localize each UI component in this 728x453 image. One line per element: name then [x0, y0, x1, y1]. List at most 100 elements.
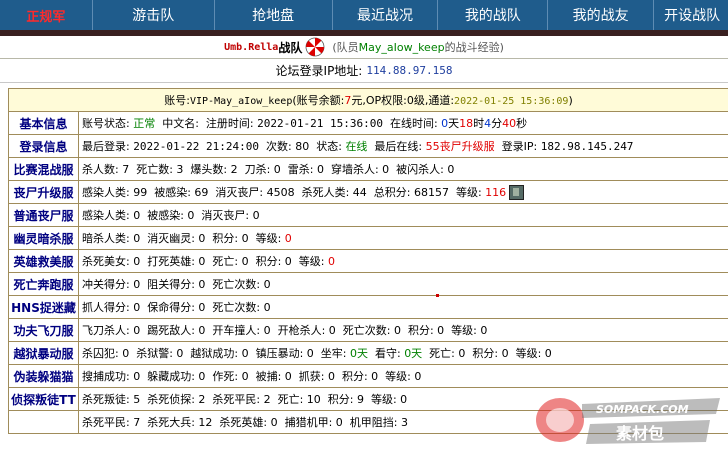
- stat-text: 时: [473, 117, 485, 130]
- stat-text: 杀囚犯: 0 杀狱警: 0 越狱成功: 0 镇压暴动: 0 坐牢:: [82, 347, 350, 360]
- stats-row: 死亡奔跑服 冲关得分: 0 阻关得分: 0 死亡次数: 0: [8, 272, 728, 296]
- stat-text: 在线: [345, 140, 368, 153]
- nav-item-my-team[interactable]: 我的战队: [438, 0, 549, 30]
- stat-text: 最后在线:: [367, 140, 426, 153]
- stat-text: 正常: [133, 117, 156, 130]
- category-label[interactable]: 功夫飞刀服: [8, 318, 79, 342]
- stat-text: 0: [284, 232, 292, 245]
- account-info: 账号:VIP-May_aIow_keep(账号余额:7元,OP权限:0级,通道:…: [8, 88, 728, 112]
- op-label: 元,OP权限:: [351, 94, 407, 107]
- stat-text: 次数: 80 状态:: [259, 140, 346, 153]
- category-label[interactable]: 伪装躲猫猫: [8, 364, 79, 388]
- account-label: 账号:: [164, 94, 190, 107]
- stat-text: 最后登录:: [82, 140, 134, 153]
- stat-text: 账号状态:: [82, 117, 134, 130]
- ip-value: 114.88.97.158: [366, 64, 453, 77]
- team-name[interactable]: Umb.Rella: [224, 42, 278, 53]
- nav-item-guerrilla[interactable]: 游击队: [93, 0, 215, 30]
- stat-text: 感染人类: 99 被感染: 69 消灭丧尸: 4508 杀死人类: 44 总积分…: [82, 185, 486, 199]
- stat-text: 杀死美女: 0 打死英雄: 0 死亡: 0 积分: 0 等级:: [82, 255, 328, 268]
- stats-row: 登录信息 最后登录: 2022-01-22 21:24:00 次数: 80 状态:…: [8, 134, 728, 158]
- stat-text: 2022-01-21 15:36:00: [257, 117, 383, 130]
- player-stats-table: 账号:VIP-May_aIow_keep(账号余额:7元,OP权限:0级,通道:…: [8, 88, 728, 434]
- nav-item-create-team[interactable]: 开设战队: [654, 0, 728, 30]
- stat-text: 0天: [404, 347, 423, 360]
- category-label[interactable]: HNS捉迷藏: [8, 295, 79, 319]
- ip-label: 论坛登录IP地址:: [275, 64, 363, 78]
- category-label[interactable]: 越狱暴动服: [8, 341, 79, 365]
- team-suffix: 战队: [278, 40, 303, 55]
- category-label[interactable]: 丧尸升级服: [8, 180, 79, 204]
- category-label[interactable]: 英雄救美服: [8, 249, 79, 273]
- stats-row: 比赛混战服 杀人数: 7 死亡数: 3 爆头数: 2 刀杀: 0 雷杀: 0 穿墙…: [8, 157, 728, 181]
- category-label[interactable]: 登录信息: [8, 134, 79, 158]
- member-subtitle: (队员May_aIow_keep的战斗经验): [332, 39, 504, 55]
- account-row: 账号:VIP-May_aIow_keep(账号余额:7元,OP权限:0级,通道:…: [8, 88, 728, 112]
- stat-text: 182.98.145.247: [540, 140, 634, 153]
- stats-row: 丧尸升级服 感染人类: 99 被感染: 69 消灭丧尸: 4508 杀死人类: 4…: [8, 180, 728, 204]
- nav-item-recent-battles[interactable]: 最近战况: [333, 0, 439, 30]
- stat-text: 0天: [349, 347, 368, 360]
- category-stats: 感染人类: 0 被感染: 0 消灭丧尸: 0: [78, 203, 728, 227]
- stat-text: 看守:: [367, 347, 405, 360]
- site-watermark: SOMPACK.COM 素材包: [530, 384, 726, 450]
- stat-text: 冲关得分: 0 阻关得分: 0 死亡次数: 0: [82, 278, 271, 291]
- stat-text: 抓人得分: 0 保命得分: 0 死亡次数: 0: [82, 301, 271, 314]
- stats-row: 幽灵暗杀服 暗杀人类: 0 消灭幽灵: 0 积分: 0 等级: 0: [8, 226, 728, 250]
- stat-text: 死亡: 0 积分: 0 等级: 0: [422, 347, 552, 360]
- stats-row: 功夫飞刀服 飞刀杀人: 0 踢死敌人: 0 开车撞人: 0 开枪杀人: 0 死亡次…: [8, 318, 728, 342]
- account-name: VIP-May_aIow_keep: [189, 96, 293, 107]
- category-label[interactable]: 比赛混战服: [8, 157, 79, 181]
- stat-text: 在线时间:: [382, 117, 442, 130]
- watermark-line2: 素材包: [616, 424, 664, 443]
- stat-text: 18: [459, 117, 474, 130]
- subtitle-prefix: (队员: [332, 41, 359, 54]
- umbrella-logo-icon: [305, 37, 325, 57]
- account-close-paren: ): [568, 94, 573, 107]
- op-level: 0级: [406, 94, 425, 107]
- stat-text: 55丧尸升级服: [425, 140, 495, 153]
- category-label[interactable]: 死亡奔跑服: [8, 272, 79, 296]
- category-stats: 抓人得分: 0 保命得分: 0 死亡次数: 0: [78, 295, 728, 319]
- category-stats: 飞刀杀人: 0 踢死敌人: 0 开车撞人: 0 开枪杀人: 0 死亡次数: 0 …: [78, 318, 728, 342]
- top-navigation-bar: 正规军 游击队 抢地盘 最近战况 我的战队 我的战友 开设战队: [0, 0, 728, 30]
- category-label[interactable]: 普通丧尸服: [8, 203, 79, 227]
- category-stats: 杀死美女: 0 打死英雄: 0 死亡: 0 积分: 0 等级: 0: [78, 249, 728, 273]
- stats-row: 基本信息 账号状态: 正常 中文名: 注册时间: 2022-01-21 15:36…: [8, 111, 728, 135]
- nav-item-my-teammates[interactable]: 我的战友: [548, 0, 655, 30]
- category-label[interactable]: 幽灵暗杀服: [8, 226, 79, 250]
- stat-text: 感染人类: 0 被感染: 0 消灭丧尸: 0: [82, 209, 260, 222]
- category-label[interactable]: 侦探叛徒TT: [8, 387, 79, 411]
- stat-text: 2022-01-22 21:24:00: [133, 140, 260, 153]
- category-stats: 杀囚犯: 0 杀狱警: 0 越狱成功: 0 镇压暴动: 0 坐牢: 0天 看守:…: [78, 341, 728, 365]
- category-label[interactable]: 基本信息: [8, 111, 79, 135]
- stat-text: 分: [491, 117, 503, 130]
- category-stats: 账号状态: 正常 中文名: 注册时间: 2022-01-21 15:36:00 …: [78, 111, 728, 135]
- category-stats: 感染人类: 99 被感染: 69 消灭丧尸: 4508 杀死人类: 44 总积分…: [78, 180, 728, 204]
- nav-brand[interactable]: 正规军: [0, 0, 93, 30]
- stat-text: 暗杀人类: 0 消灭幽灵: 0 积分: 0 等级:: [82, 232, 285, 245]
- forum-ip-bar: 论坛登录IP地址: 114.88.97.158: [0, 59, 728, 83]
- stat-text: 搜捕成功: 0 躲藏成功: 0 作死: 0 被捕: 0 抓获: 0 积分: 0 …: [82, 370, 422, 383]
- stat-text: 0: [327, 255, 335, 268]
- stat-text: 杀死平民: 7 杀死大兵: 12 杀死英雄: 0 捕猎机甲: 0 机甲阻挡: 3: [82, 416, 408, 429]
- stats-row: 越狱暴动服 杀囚犯: 0 杀狱警: 0 越狱成功: 0 镇压暴动: 0 坐牢: 0…: [8, 341, 728, 365]
- stat-text: 40: [502, 117, 517, 130]
- stat-text: 杀人数: 7 死亡数: 3 爆头数: 2 刀杀: 0 雷杀: 0 穿墙杀人: 0…: [82, 163, 455, 176]
- watermark-line1: SOMPACK.COM: [596, 403, 689, 416]
- nav-item-grab-territory[interactable]: 抢地盘: [215, 0, 333, 30]
- team-title-bar: Umb.Rella 战队 (队员May_aIow_keep的战斗经验): [0, 36, 728, 59]
- channel-label: ,通道:: [424, 94, 455, 107]
- category-stats: 暗杀人类: 0 消灭幽灵: 0 积分: 0 等级: 0: [78, 226, 728, 250]
- stats-row: HNS捉迷藏 抓人得分: 0 保命得分: 0 死亡次数: 0: [8, 295, 728, 319]
- stray-red-dot: [436, 294, 439, 297]
- stat-text: 116: [485, 185, 507, 199]
- member-name: May_aIow_keep: [358, 41, 445, 54]
- stats-row: 普通丧尸服 感染人类: 0 被感染: 0 消灭丧尸: 0: [8, 203, 728, 227]
- category-label[interactable]: [8, 410, 79, 434]
- category-stats: 最后登录: 2022-01-22 21:24:00 次数: 80 状态: 在线 …: [78, 134, 728, 158]
- stats-row: 英雄救美服 杀死美女: 0 打死英雄: 0 死亡: 0 积分: 0 等级: 0: [8, 249, 728, 273]
- category-stats: 冲关得分: 0 阻关得分: 0 死亡次数: 0: [78, 272, 728, 296]
- stat-text: 中文名: 注册时间:: [155, 117, 258, 130]
- category-stats: 杀人数: 7 死亡数: 3 爆头数: 2 刀杀: 0 雷杀: 0 穿墙杀人: 0…: [78, 157, 728, 181]
